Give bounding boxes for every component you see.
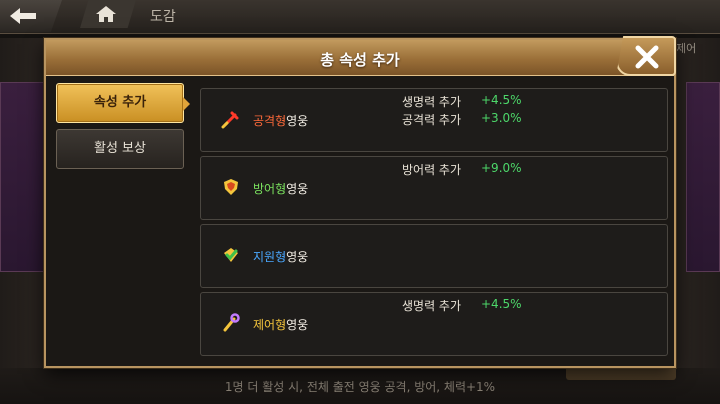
stat-name: 생명력 추가 — [401, 95, 461, 109]
dialog-header: 총 속성 추가 — [46, 40, 674, 76]
tab-pointer-icon — [183, 97, 190, 111]
hero-type-name: 지원형 — [253, 250, 287, 264]
hero-row-control: 제어형영웅 생명력 추가 +4.5% — [200, 292, 668, 356]
tab-activation-reward[interactable]: 활성 보상 — [56, 129, 184, 169]
hero-row-defense: 방어형영웅 방어력 추가 +9.0% — [200, 156, 668, 220]
hero-type-suffix: 영웅 — [286, 250, 309, 264]
stat-line: 생명력 추가 +4.5% — [201, 297, 669, 313]
hero-row-support: 지원형영웅 — [200, 224, 668, 288]
hero-type-name: 제어형 — [253, 318, 287, 332]
stat-line: 공격력 추가 +3.0% — [201, 111, 669, 127]
hero-type-label: 지원형영웅 — [253, 248, 308, 265]
hero-row-attack: 공격형영웅 생명력 추가 +4.5% 공격력 추가 +3.0% — [200, 88, 668, 152]
hero-type-label: 방어형영웅 — [253, 180, 308, 197]
hero-type-suffix: 영웅 — [286, 318, 309, 332]
stat-value: +9.0% — [481, 161, 522, 175]
background-card-right — [686, 82, 720, 272]
tab-label: 활성 보상 — [94, 141, 146, 156]
close-button[interactable] — [616, 36, 676, 76]
stat-name: 방어력 추가 — [401, 163, 461, 177]
home-icon — [96, 6, 116, 22]
shield-icon — [224, 179, 238, 195]
stat-value: +4.5% — [481, 297, 522, 311]
background-tab-control: 제어 — [676, 42, 697, 55]
hero-type-label: 제어형영웅 — [253, 316, 308, 333]
staff-icon — [223, 313, 240, 332]
stat-name: 공격력 추가 — [401, 113, 461, 127]
home-button[interactable] — [80, 0, 136, 28]
hero-type-suffix: 영웅 — [286, 182, 309, 196]
footer-bonus-text: 1명 더 활성 시, 전체 출전 영웅 공격, 방어, 체력+1% — [224, 380, 496, 394]
stat-line: 방어력 추가 +9.0% — [201, 161, 669, 177]
stat-name: 생명력 추가 — [401, 299, 461, 313]
back-arrow-icon — [10, 8, 36, 24]
close-icon — [635, 45, 659, 69]
stat-value: +4.5% — [481, 93, 522, 107]
stat-line: 생명력 추가 +4.5% — [201, 93, 669, 109]
screen-title: 도감 — [150, 9, 176, 25]
dialog-title: 총 속성 추가 — [320, 51, 400, 69]
tab-attribute-bonus[interactable]: 속성 추가 — [56, 83, 190, 123]
stat-value: +3.0% — [481, 111, 522, 125]
hero-type-name: 방어형 — [253, 182, 287, 196]
background-card-left — [0, 82, 44, 272]
tab-label: 속성 추가 — [93, 95, 147, 110]
heal-icon — [224, 248, 238, 262]
total-attribute-dialog: 총 속성 추가 속성 추가 활성 보상 공격형영웅 생명력 추가 +4.5% 공… — [44, 36, 676, 368]
